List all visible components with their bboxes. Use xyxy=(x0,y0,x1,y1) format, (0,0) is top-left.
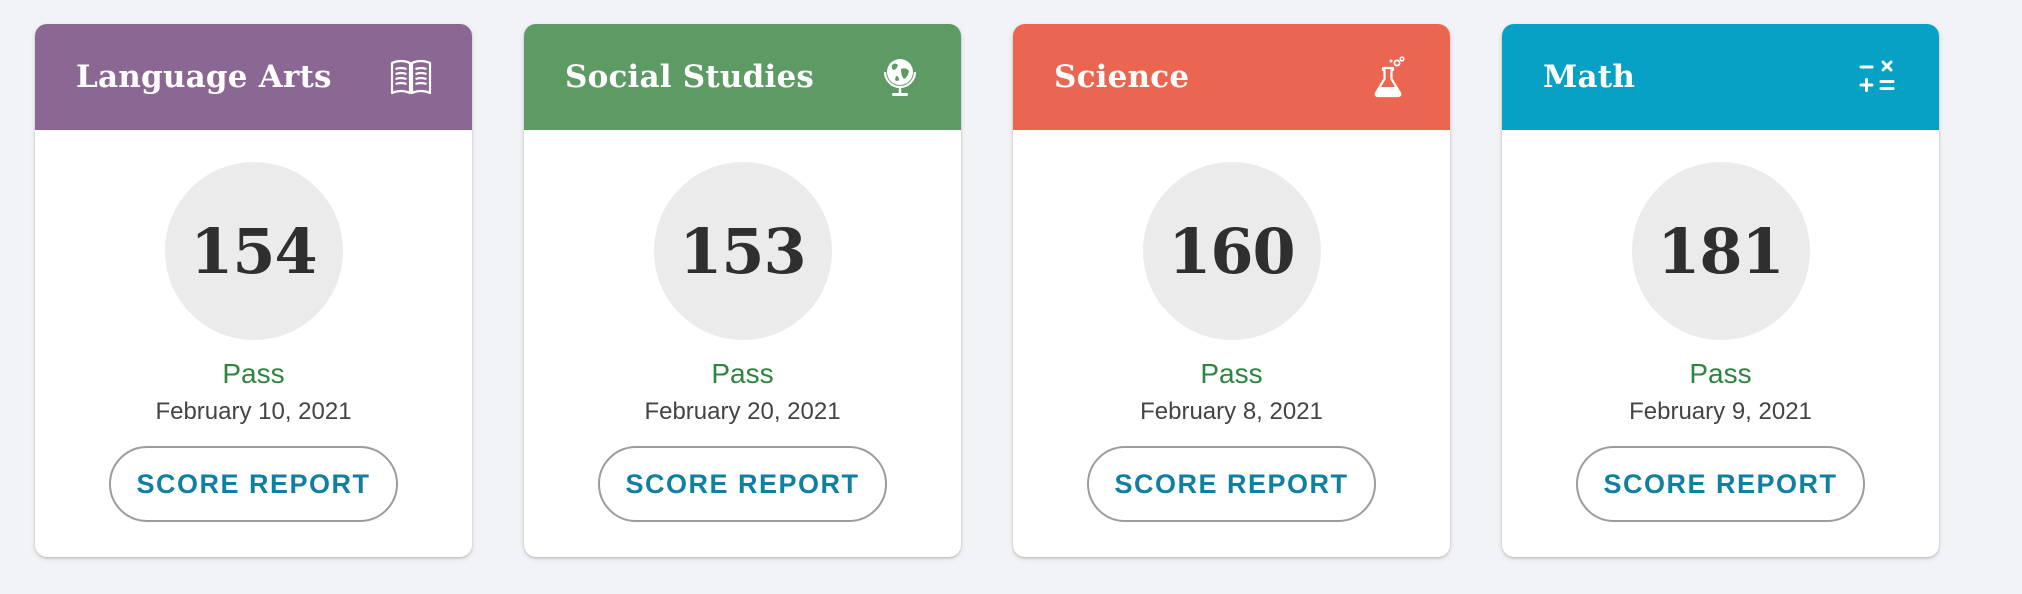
subject-title: Science xyxy=(1054,59,1190,95)
score-cards: Language Arts 154 Pass February 10, 2021… xyxy=(35,24,1939,557)
pass-status: Pass xyxy=(711,358,774,389)
card-header: Science xyxy=(1013,24,1450,130)
card-header: Social Studies xyxy=(524,24,961,130)
subject-title: Language Arts xyxy=(76,59,332,95)
score-report-button[interactable]: SCORE REPORT xyxy=(1576,446,1865,522)
math-operators-icon xyxy=(1855,54,1901,100)
subject-title: Social Studies xyxy=(565,59,815,95)
score-value: 153 xyxy=(679,214,806,288)
test-date: February 9, 2021 xyxy=(1629,398,1812,425)
score-report-button[interactable]: SCORE REPORT xyxy=(109,446,398,522)
score-circle: 154 xyxy=(164,162,343,340)
score-circle: 153 xyxy=(653,162,832,340)
card-header: Language Arts xyxy=(35,24,472,130)
card-header: Math xyxy=(1502,24,1939,130)
score-report-button[interactable]: SCORE REPORT xyxy=(598,446,887,522)
score-circle: 160 xyxy=(1142,162,1321,340)
subject-card-language-arts: Language Arts 154 Pass February 10, 2021… xyxy=(35,24,472,557)
pass-status: Pass xyxy=(1200,358,1263,389)
open-book-icon xyxy=(388,54,434,100)
subject-card-social-studies: Social Studies 153 Pass February 20, 202… xyxy=(524,24,961,557)
subject-card-math: Math 181 Pass February 9, 2021 SCORE REP… xyxy=(1502,24,1939,557)
test-date: February 20, 2021 xyxy=(644,398,841,425)
score-report-button[interactable]: SCORE REPORT xyxy=(1087,446,1376,522)
subject-title: Math xyxy=(1543,59,1636,95)
score-circle: 181 xyxy=(1631,162,1810,340)
globe-icon xyxy=(877,54,923,100)
pass-status: Pass xyxy=(222,358,285,389)
test-date: February 10, 2021 xyxy=(155,398,352,425)
test-date: February 8, 2021 xyxy=(1140,398,1323,425)
subject-card-science: Science 160 Pass February 8, 2021 SCORE … xyxy=(1013,24,1450,557)
score-value: 160 xyxy=(1168,214,1295,288)
pass-status: Pass xyxy=(1689,358,1752,389)
score-value: 181 xyxy=(1657,214,1784,288)
score-value: 154 xyxy=(190,214,317,288)
flask-icon xyxy=(1366,54,1412,100)
